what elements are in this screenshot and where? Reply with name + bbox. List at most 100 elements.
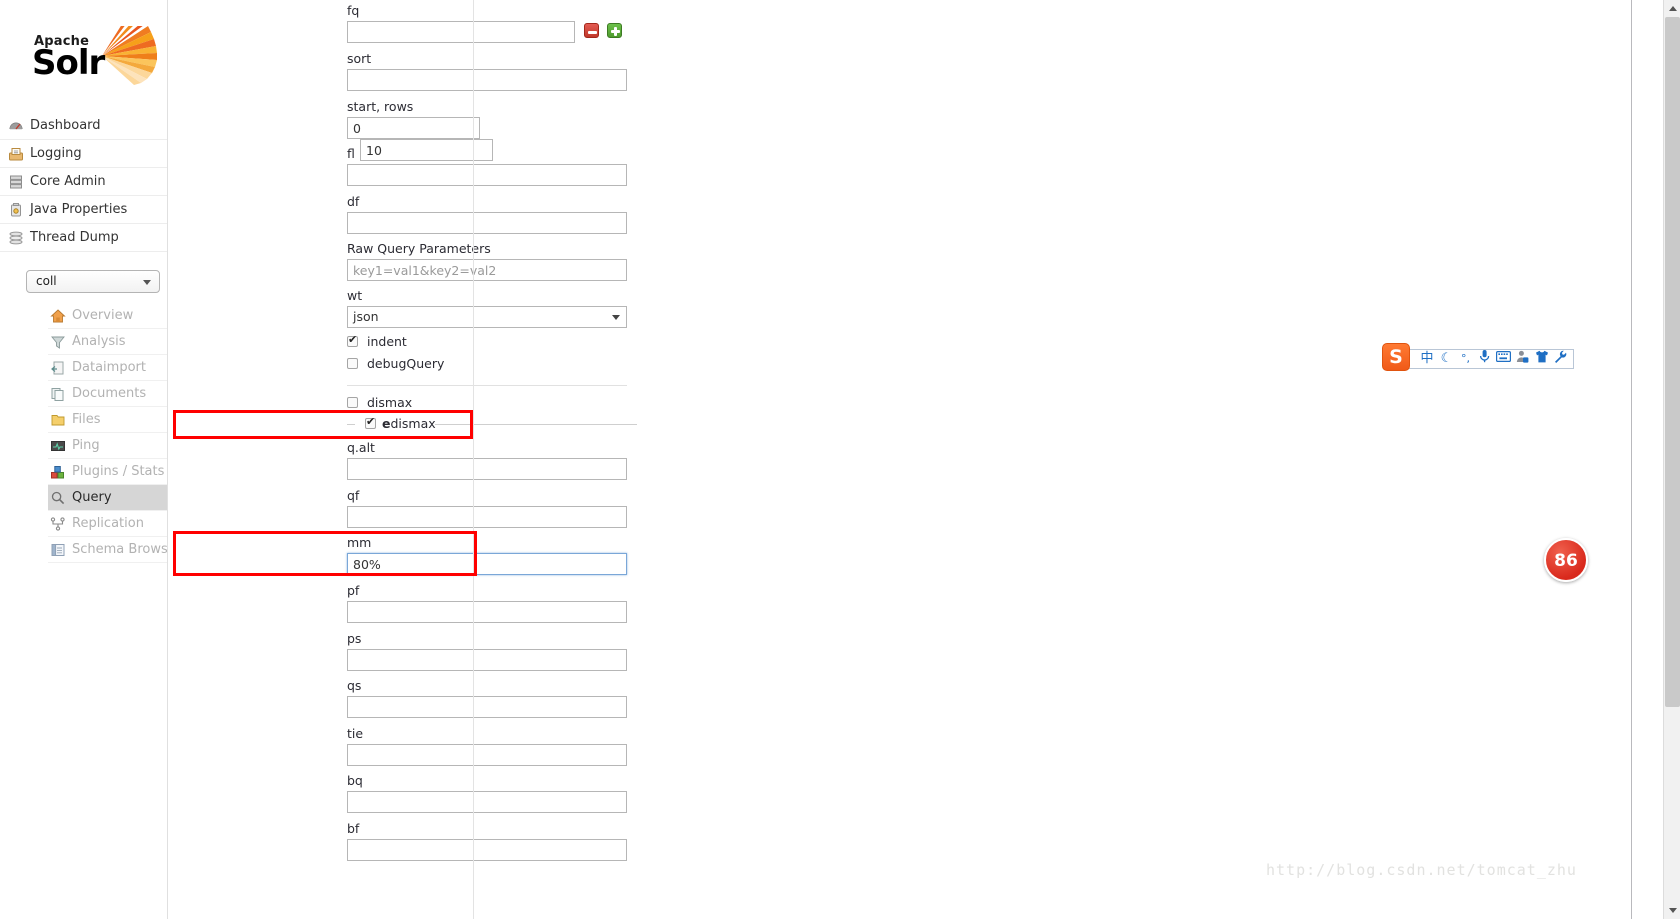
edismax-legend-row[interactable]: edismax [347,415,637,432]
mm-input[interactable] [347,553,627,575]
qf-input[interactable] [347,506,627,528]
fl-input[interactable] [347,164,627,186]
sogou-logo-icon[interactable]: S [1382,343,1410,371]
indent-checkbox-row[interactable]: indent [347,333,407,349]
chevron-down-icon [1669,908,1677,913]
field-sort: sort [347,51,627,91]
sidebar-item-query[interactable]: Query [48,485,167,511]
punctuation-icon[interactable]: °, [1456,350,1475,368]
field-label-sort: sort [347,51,372,66]
sort-input[interactable] [347,69,627,91]
scroll-down-button[interactable] [1664,902,1680,919]
schema-icon [51,544,65,556]
field-pf: pf [347,583,627,623]
q-alt-input[interactable] [347,458,627,480]
start-input[interactable] [347,117,480,139]
sidebar-item-dashboard[interactable]: Dashboard [0,112,167,140]
scrollbar-thumb[interactable] [1665,17,1680,707]
pf-input[interactable] [347,601,627,623]
sidebar-item-label: Ping [72,438,100,453]
bf-input[interactable] [347,839,627,861]
wt-select[interactable]: json [347,306,627,328]
field-df: df [347,194,627,234]
sidebar-item-dataimport[interactable]: Dataimport [48,355,167,381]
sidebar-item-thread-dump[interactable]: Thread Dump [0,224,167,252]
sidebar-item-files[interactable]: Files [48,407,167,433]
dismax-label: dismax [366,395,413,410]
moon-icon[interactable]: ☾ [1437,350,1456,368]
ime-toolbar[interactable]: S 中 ☾ °, [1382,343,1574,371]
sidebar-item-label: Documents [72,386,147,401]
page-content: Apache Solr Dashboard Logging Core Admin… [0,0,1659,919]
notification-badge[interactable]: 86 [1544,538,1588,582]
qs-input[interactable] [347,696,627,718]
voice-input-icon[interactable] [1475,349,1494,369]
sidebar: Apache Solr Dashboard Logging Core Admin… [0,0,181,919]
sidebar-item-ping[interactable]: Ping [48,433,167,459]
field-raw-query-parameters: Raw Query Parameters [347,241,627,281]
fq-input[interactable] [347,21,575,43]
chinese-mode-icon[interactable]: 中 [1417,350,1437,368]
scroll-up-button[interactable] [1664,0,1680,17]
field-label-df: df [347,194,360,209]
browser-scrollbar[interactable] [1663,0,1680,919]
magnifier-icon [51,491,65,505]
toolbox-icon[interactable] [1551,350,1570,369]
debugquery-checkbox-row[interactable]: debugQuery [347,356,444,371]
global-nav: Dashboard Logging Core Admin Java Proper… [0,112,167,252]
field-tie: tie [347,726,627,766]
core-selector[interactable]: coll [26,270,160,293]
chevron-up-icon [1669,6,1677,11]
sidebar-item-label: Plugins / Stats [72,464,165,479]
dataimport-icon [51,361,64,375]
field-label-raw-query-parameters: Raw Query Parameters [347,241,491,256]
chevron-down-icon [612,315,620,320]
df-input[interactable] [347,212,627,234]
plugins-icon [51,466,64,479]
sidebar-item-label: Schema Browser [72,542,182,557]
field-label-qs: qs [347,678,362,693]
inner-scroll-gutter [1645,0,1659,919]
thread-dump-icon [9,231,23,245]
dismax-checkbox-row[interactable]: dismax [347,395,412,410]
skin-icon[interactable] [1532,350,1551,369]
raw-query-parameters-input[interactable] [347,259,627,281]
screen: Apache Solr Dashboard Logging Core Admin… [0,0,1680,919]
field-label-fq: fq [347,3,360,18]
query-form: fq sort start, rows fl [168,0,637,919]
solr-logo[interactable]: Apache Solr [26,26,164,92]
field-mm: mm [347,535,627,575]
legend-rule-right [435,424,637,425]
wt-selected-value: json [353,309,379,324]
field-label-q-alt: q.alt [347,440,375,455]
add-filter-query-button[interactable] [607,23,622,38]
form-divider-right [473,0,474,919]
field-label-ps: ps [347,631,362,646]
user-icon[interactable] [1513,350,1532,369]
sidebar-item-documents[interactable]: Documents [48,381,167,407]
dashboard-icon [9,122,23,130]
sidebar-item-analysis[interactable]: Analysis [48,329,167,355]
watermark-text: http://blog.csdn.net/tomcat_zhu [1266,861,1577,879]
core-admin-icon [10,175,22,189]
indent-checkbox[interactable] [347,333,358,347]
ps-input[interactable] [347,649,627,671]
debugquery-checkbox[interactable] [347,358,358,369]
edismax-checkbox[interactable] [365,415,376,429]
sidebar-item-java-properties[interactable]: Java Properties [0,196,167,224]
sidebar-item-overview[interactable]: Overview [48,303,167,329]
sidebar-item-schema-browser[interactable]: Schema Browser [48,537,181,563]
remove-filter-query-button[interactable] [584,23,599,38]
sidebar-item-logging[interactable]: Logging [0,140,167,168]
sidebar-item-core-admin[interactable]: Core Admin [0,168,167,196]
dismax-checkbox[interactable] [347,397,358,408]
folder-icon [51,415,65,426]
bq-input[interactable] [347,791,627,813]
tie-input[interactable] [347,744,627,766]
sidebar-item-replication[interactable]: Replication [48,511,167,537]
form-divider [347,385,627,386]
field-label-fl: fl [347,146,355,161]
sidebar-item-plugins-stats[interactable]: Plugins / Stats [48,459,167,485]
soft-keyboard-icon[interactable] [1494,350,1513,368]
logo-solr-text: Solr [32,43,105,83]
